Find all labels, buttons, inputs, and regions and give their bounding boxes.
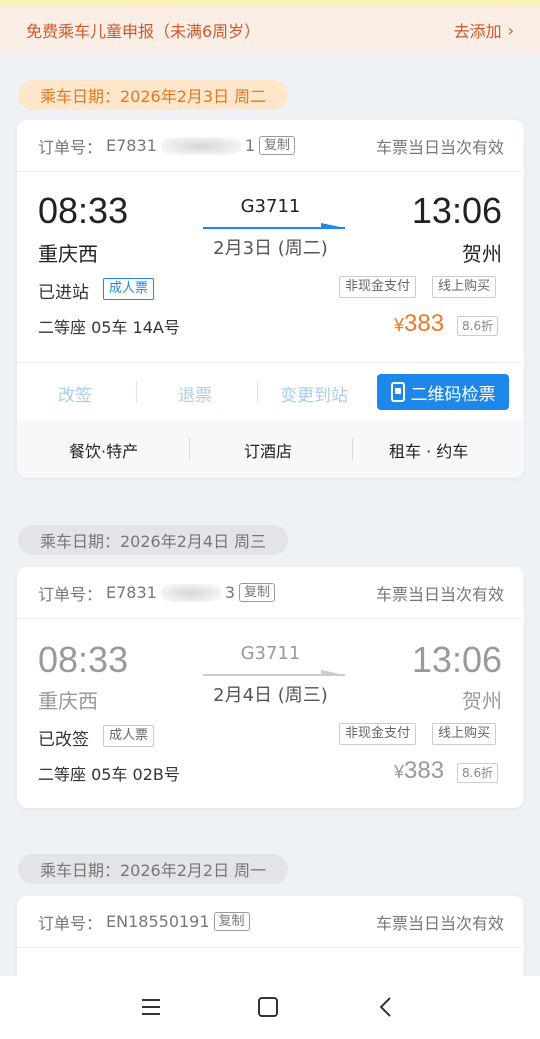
validity-note: 车票当日当次有效 [375,137,504,157]
ticket-date-pill: 乘车日期：2026年2月3日 周二 [18,80,289,110]
validity-note: 车票当日当次有效 [375,584,504,604]
order-number-value: EN18550191 [106,912,210,931]
order-number-prefix: E7831 [106,136,157,155]
price-value: 383 [404,310,445,337]
travel-date: 2月4日 (周三) [213,685,328,706]
purchase-tag: 线上购买 [432,723,497,745]
child-declare-banner[interactable]: 免费乘车儿童申报（未满6周岁） 去添加 › [0,6,540,54]
system-nav-bar [0,976,540,1039]
change-station-button[interactable]: 变更到站 [280,381,348,406]
discount-tag: 8.6折 [457,763,499,783]
qr-checkin-label: 二维码检票 [410,384,496,405]
ticket-status: 已进站 [38,283,89,303]
trip-info: 08:33 重庆西 G3711 2月3日 (周二) 13:06 贺州 已进站 成… [17,172,524,362]
banner-add-link[interactable]: 去添加 › [454,18,514,42]
action-divider [257,381,258,403]
price-value: 383 [404,757,445,784]
ticket-card[interactable]: 订单号： E7831 3 复制 车票当日当次有效 08:33 重庆西 G3711… [17,567,524,808]
ticket-card[interactable]: 订单号： E7831 1 复制 车票当日当次有效 08:33 重庆西 G3711… [17,120,524,478]
ticket-actions: 改签 退票 变更到站 二维码检票 [17,362,524,420]
ticket-card-header: 订单号： EN18550191 复制 车票当日当次有效 [17,896,524,948]
phone-qr-icon [390,382,405,402]
arrival-station: 贺州 [462,689,502,713]
banner-text: 免费乘车儿童申报（未满6周岁） [26,22,261,41]
action-divider [136,381,137,403]
payment-tag: 非现金支付 [339,723,417,745]
service-divider [189,438,190,460]
menu-icon[interactable] [141,996,161,1018]
banner-add-label: 去添加 [453,22,502,41]
travel-date: 2月3日 (周二) [213,238,328,259]
ticket-price: ¥383 [394,757,444,785]
trip-info: 08:33 重庆西 G3711 2月4日 (周三) 13:06 贺州 已改签 成… [17,619,524,808]
order-number-suffix: 3 [224,583,236,602]
order-label: 订单号： [38,584,103,604]
ticket-date-pill: 乘车日期：2026年2月4日 周三 [18,525,289,555]
currency-symbol: ¥ [394,762,405,782]
arrival-station: 贺州 [462,242,502,266]
ticket-date-pill: 乘车日期：2026年2月2日 周一 [18,854,289,884]
direction-arrow-icon [203,670,345,676]
service-divider [352,438,353,460]
ticket-price: ¥383 [394,310,444,338]
currency-symbol: ¥ [394,315,405,335]
copy-button[interactable]: 复制 [213,912,250,931]
service-food-link[interactable]: 餐饮·特产 [69,438,138,462]
copy-button[interactable]: 复制 [259,136,296,155]
seat-info: 二等座 05车 02B号 [38,765,180,784]
service-hotel-link[interactable]: 订酒店 [244,438,292,462]
order-label: 订单号： [38,137,103,157]
home-square-icon[interactable] [257,996,279,1018]
ticket-type-tag: 成人票 [103,278,155,300]
ticket-card-header: 订单号： E7831 3 复制 车票当日当次有效 [17,567,524,619]
redacted-blur [160,583,221,602]
chevron-right-icon: › [507,20,514,40]
copy-button[interactable]: 复制 [239,583,276,602]
qr-checkin-button[interactable]: 二维码检票 [377,374,509,410]
back-chevron-icon[interactable] [377,996,393,1018]
direction-arrow-icon [203,223,345,229]
seat-info: 二等座 05车 14A号 [38,318,180,337]
order-number: 订单号： EN18550191 复制 [38,910,250,934]
ticket-card-header: 订单号： E7831 1 复制 车票当日当次有效 [17,120,524,172]
validity-note: 车票当日当次有效 [375,913,504,933]
service-car-link[interactable]: 租车 · 约车 [389,438,468,462]
service-links: 餐饮·特产 订酒店 租车 · 约车 [17,420,524,478]
arrival-time: 13:06 [411,639,502,680]
refund-button[interactable]: 退票 [178,381,212,406]
order-number-suffix: 1 [244,136,256,155]
order-number: 订单号： E7831 3 复制 [38,581,276,605]
arrival-time: 13:06 [411,190,502,231]
order-number-prefix: E7831 [106,583,157,602]
ticket-type-tag: 成人票 [103,725,155,747]
redacted-blur [160,136,241,155]
change-ticket-button[interactable]: 改签 [58,381,92,406]
discount-tag: 8.6折 [457,316,499,336]
order-label: 订单号： [38,913,103,933]
order-number: 订单号： E7831 1 复制 [38,134,296,158]
payment-tag: 非现金支付 [339,276,417,298]
purchase-tag: 线上购买 [432,276,497,298]
ticket-status: 已改签 [38,730,89,750]
